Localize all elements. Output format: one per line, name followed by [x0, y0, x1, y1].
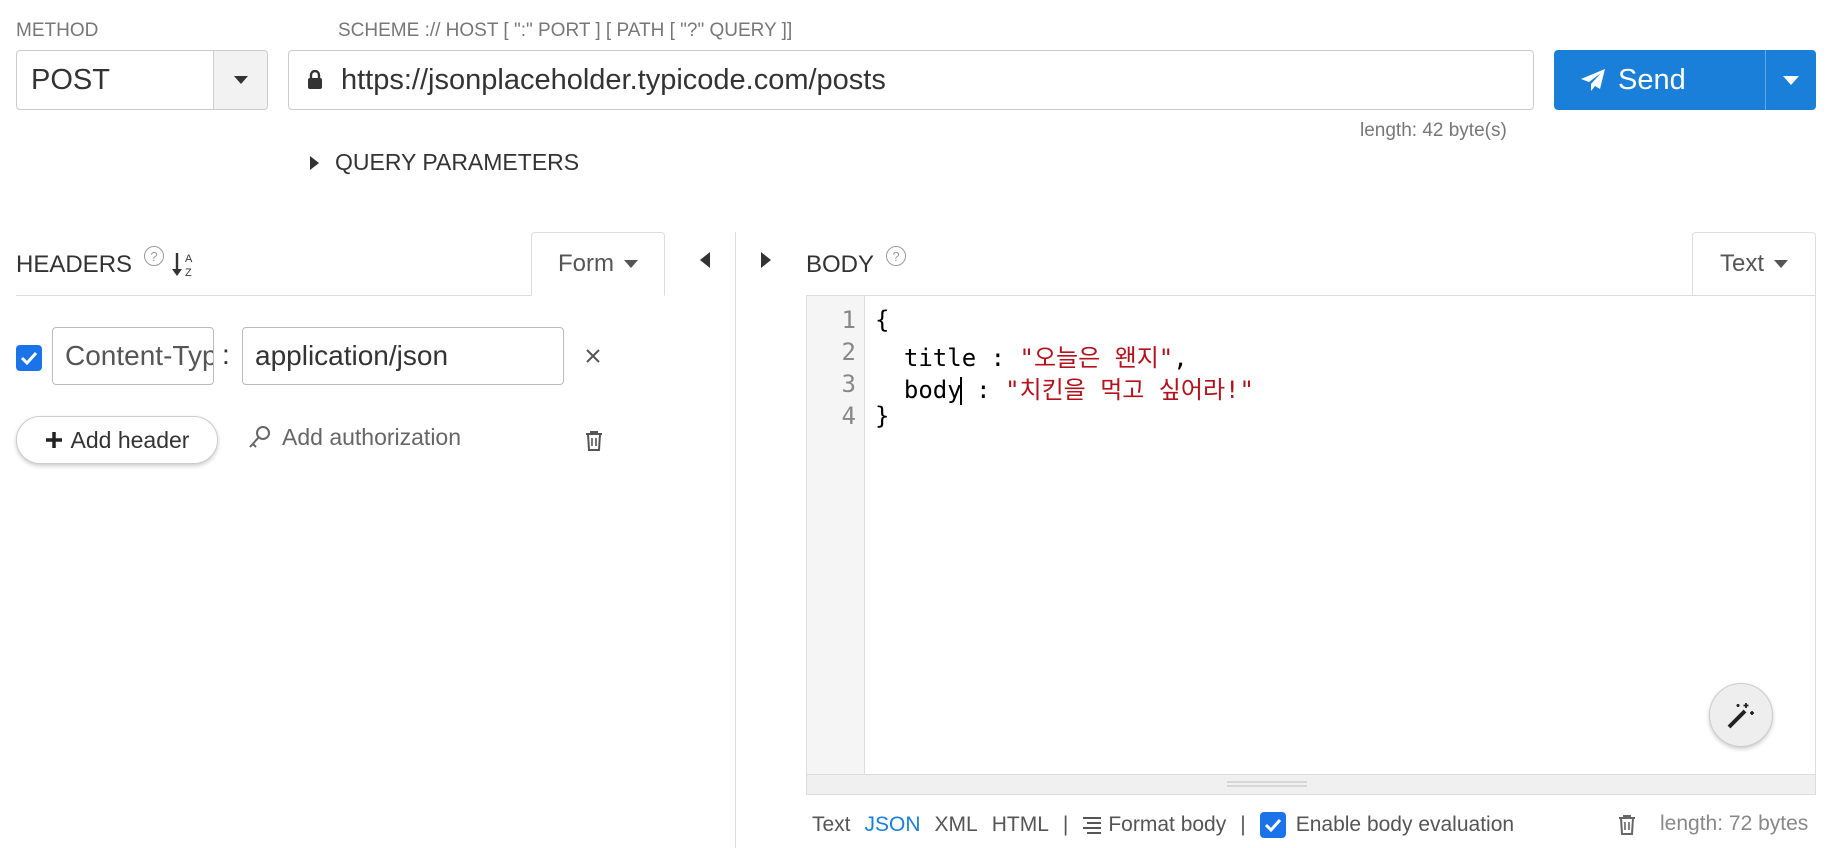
plus-icon — [45, 432, 62, 448]
line-number: 3 — [841, 370, 856, 398]
query-parameters-toggle[interactable]: QUERY PARAMETERS — [310, 149, 579, 176]
string-value: "오늘은 왠지" — [1019, 344, 1174, 372]
string-value: "치킨을 먹고 싶어라!" — [1005, 376, 1254, 404]
separator: | — [1240, 813, 1246, 836]
send-button-group: Send — [1554, 50, 1816, 110]
format-html-link[interactable]: HTML — [992, 813, 1049, 837]
caret-down-icon — [233, 76, 248, 84]
headers-mode-dropdown[interactable]: Form — [531, 232, 665, 296]
send-options-button[interactable] — [1766, 50, 1816, 110]
key-icon — [249, 425, 270, 448]
body-footer: Text JSON XML HTML | Format body | Enabl… — [812, 812, 1514, 838]
format-json-link[interactable]: JSON — [865, 813, 921, 837]
separator: | — [1062, 813, 1069, 836]
format-xml-link[interactable]: XML — [935, 813, 978, 837]
add-header-button[interactable]: Add header — [16, 416, 218, 464]
caret-down-icon — [1783, 75, 1799, 85]
send-button[interactable]: Send — [1554, 50, 1766, 110]
help-icon[interactable]: ? — [144, 246, 165, 266]
send-label: Send — [1618, 63, 1686, 96]
url-format-label: SCHEME :// HOST [ ":" PORT ] [ PATH [ "?… — [338, 20, 793, 41]
header-key-input[interactable]: Content-Type — [52, 327, 214, 385]
editor-resize-handle[interactable] — [807, 774, 1815, 794]
checkmark-icon — [20, 351, 38, 365]
format-body-label: Format body — [1108, 813, 1227, 836]
body-mode-dropdown[interactable]: Text — [1692, 232, 1816, 296]
trash-icon[interactable] — [1618, 814, 1636, 835]
headers-label: HEADERS — [16, 251, 133, 278]
line-number: 4 — [841, 402, 856, 430]
body-footer-right: length: 72 bytes — [1618, 812, 1808, 836]
url-input[interactable] — [341, 63, 1533, 97]
header-value-input[interactable]: application/json — [242, 327, 564, 385]
grip-icon — [1227, 781, 1307, 787]
body-editor[interactable]: 1 2 3 4 { title : "오늘은 왠지", body : "치킨을 … — [806, 295, 1816, 795]
paper-plane-icon — [1581, 69, 1605, 91]
enable-eval-label: Enable body evaluation — [1295, 813, 1515, 836]
body-label: BODY — [806, 251, 875, 278]
method-select[interactable]: POST — [16, 50, 268, 110]
headers-mode-label: Form — [558, 250, 614, 277]
code-line: } — [875, 402, 890, 430]
line-number: 1 — [841, 306, 856, 334]
header-enabled-checkbox[interactable] — [16, 345, 42, 371]
query-parameters-label: QUERY PARAMETERS — [335, 149, 580, 175]
magic-wand-button[interactable] — [1709, 683, 1773, 747]
body-mode-label: Text — [1719, 250, 1764, 277]
method-dropdown-button[interactable] — [213, 51, 267, 109]
header-separator: : — [222, 339, 230, 370]
method-value: POST — [31, 64, 110, 96]
caret-down-icon — [624, 260, 638, 268]
code-line: body : "치킨을 먹고 싶어라!" — [875, 376, 1254, 405]
caret-right-icon — [310, 155, 319, 170]
method-label: METHOD — [16, 20, 99, 41]
headers-title: HEADERS ? A Z — [16, 246, 196, 279]
caret-down-icon — [1774, 260, 1788, 268]
url-length: length: 42 byte(s) — [1360, 120, 1507, 141]
code-line: title : "오늘은 왠지", — [875, 344, 1188, 372]
svg-text:Z: Z — [185, 267, 192, 279]
panel-divider[interactable] — [735, 232, 736, 848]
expand-right-icon[interactable] — [761, 252, 771, 268]
checkmark-icon — [1264, 818, 1281, 832]
enable-eval-checkbox[interactable] — [1259, 812, 1286, 838]
line-number: 2 — [841, 338, 856, 366]
code-line: { — [875, 306, 890, 334]
magic-wand-icon — [1727, 703, 1754, 729]
help-icon[interactable]: ? — [886, 246, 907, 266]
add-authorization-button[interactable]: Add authorization — [248, 424, 461, 451]
url-field[interactable] — [288, 50, 1534, 110]
add-authorization-label: Add authorization — [282, 424, 462, 450]
line-number-gutter: 1 2 3 4 — [807, 296, 865, 776]
sort-alpha-icon[interactable]: A Z — [172, 251, 196, 279]
format-body-button[interactable]: Format body — [1082, 813, 1226, 837]
delete-all-headers-icon[interactable] — [585, 430, 603, 451]
format-text-link[interactable]: Text — [812, 813, 851, 837]
lock-icon — [307, 70, 329, 90]
svg-text:A: A — [185, 253, 193, 265]
remove-header-icon[interactable] — [585, 348, 601, 364]
body-length: length: 72 bytes — [1660, 812, 1809, 835]
align-icon — [1083, 817, 1102, 834]
body-title: BODY ? — [806, 246, 907, 279]
add-header-label: Add header — [70, 426, 190, 453]
collapse-left-icon[interactable] — [700, 252, 710, 268]
